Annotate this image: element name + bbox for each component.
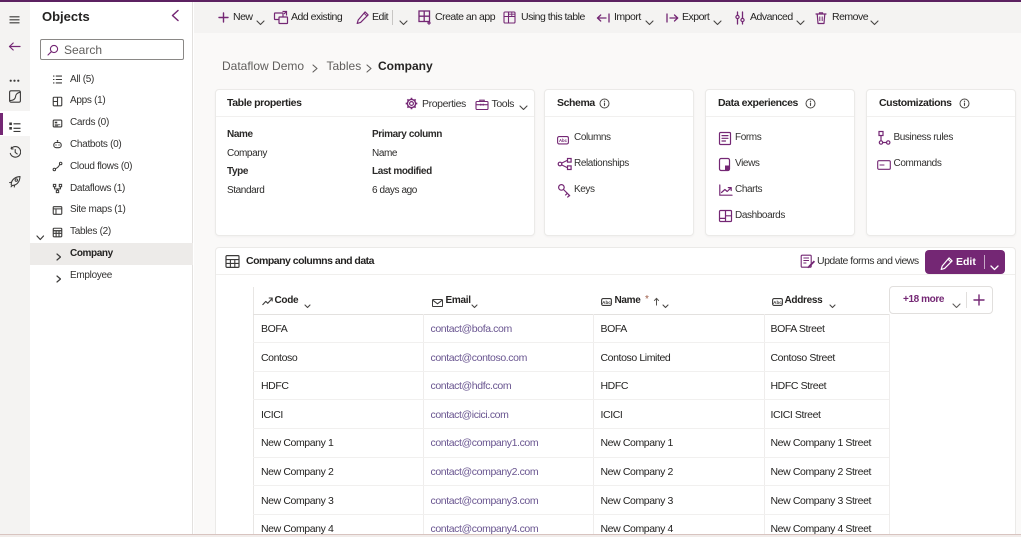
svg-text:Abc: Abc (773, 300, 782, 305)
svg-text:Abc: Abc (559, 138, 568, 143)
svg-text:Abc: Abc (602, 300, 611, 305)
